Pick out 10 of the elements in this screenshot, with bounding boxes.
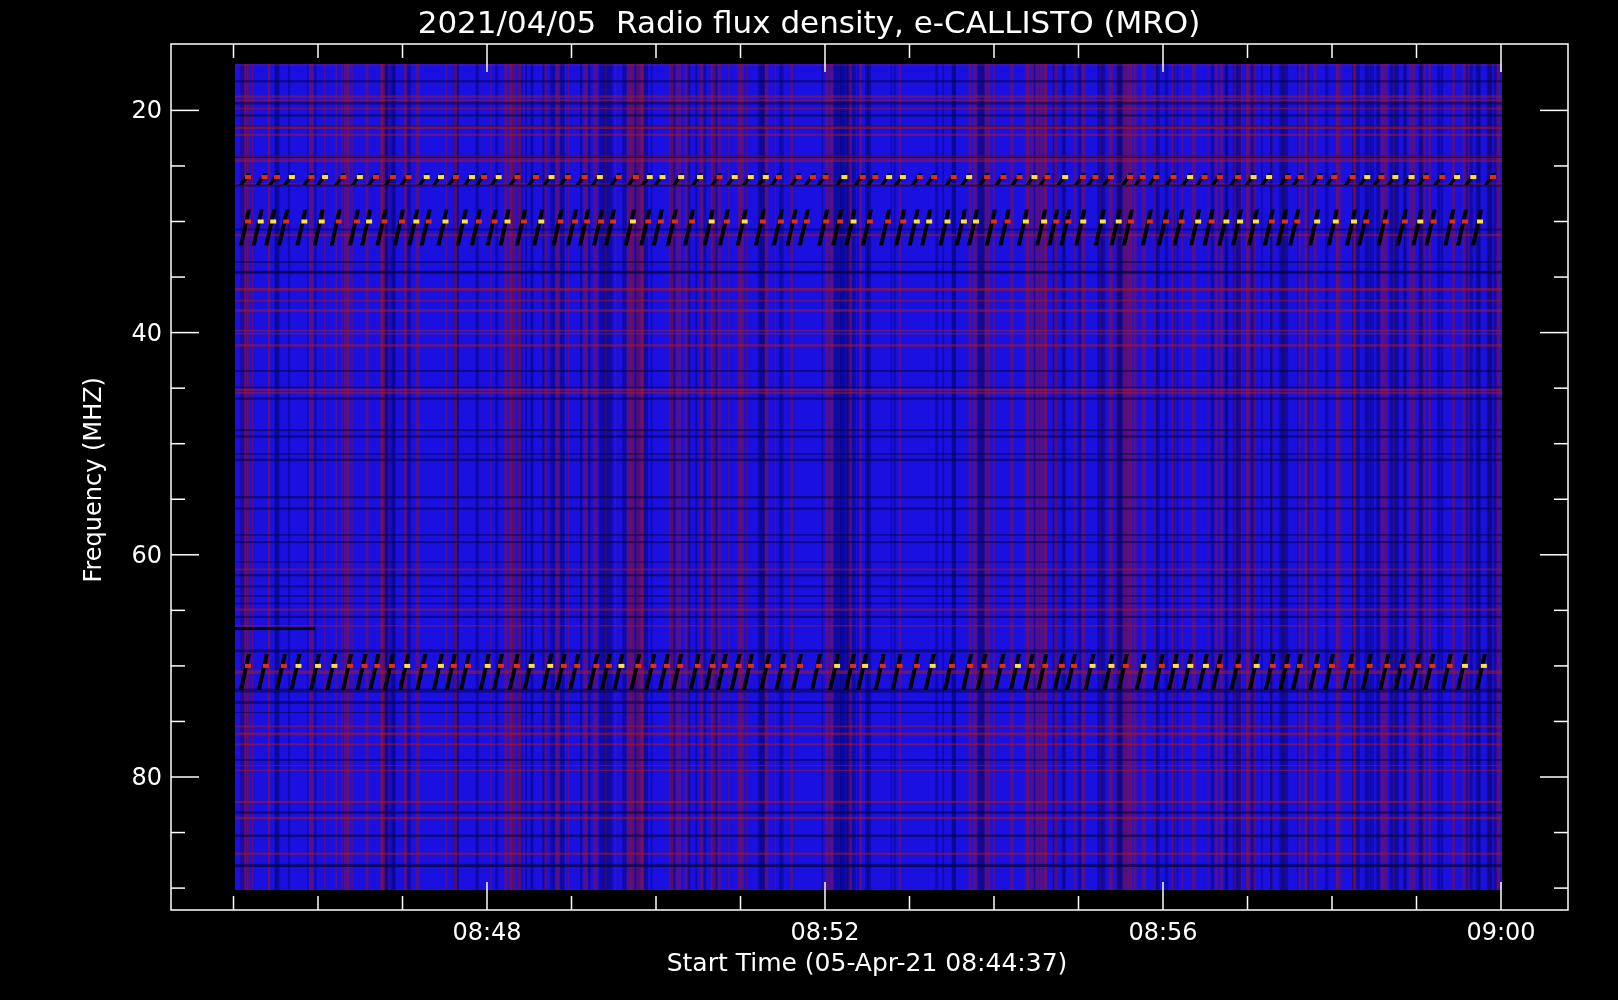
y-tick-label: 20 (130, 96, 162, 125)
y-axis-label: Frequency (MHZ) (79, 377, 107, 583)
x-tick-label: 09:00 (1465, 918, 1537, 946)
y-tick-label: 40 (130, 318, 162, 347)
x-tick-label: 08:52 (789, 918, 861, 946)
x-axis-label: Start Time (05-Apr-21 08:44:37) (665, 948, 1069, 978)
x-tick-label: 08:48 (451, 918, 523, 946)
x-tick-label: 08:56 (1127, 918, 1199, 946)
y-tick-label: 80 (130, 763, 162, 791)
chart-title: 2021/04/05 Radio flux density, e-CALLISTO (MRO) (416, 3, 1202, 42)
